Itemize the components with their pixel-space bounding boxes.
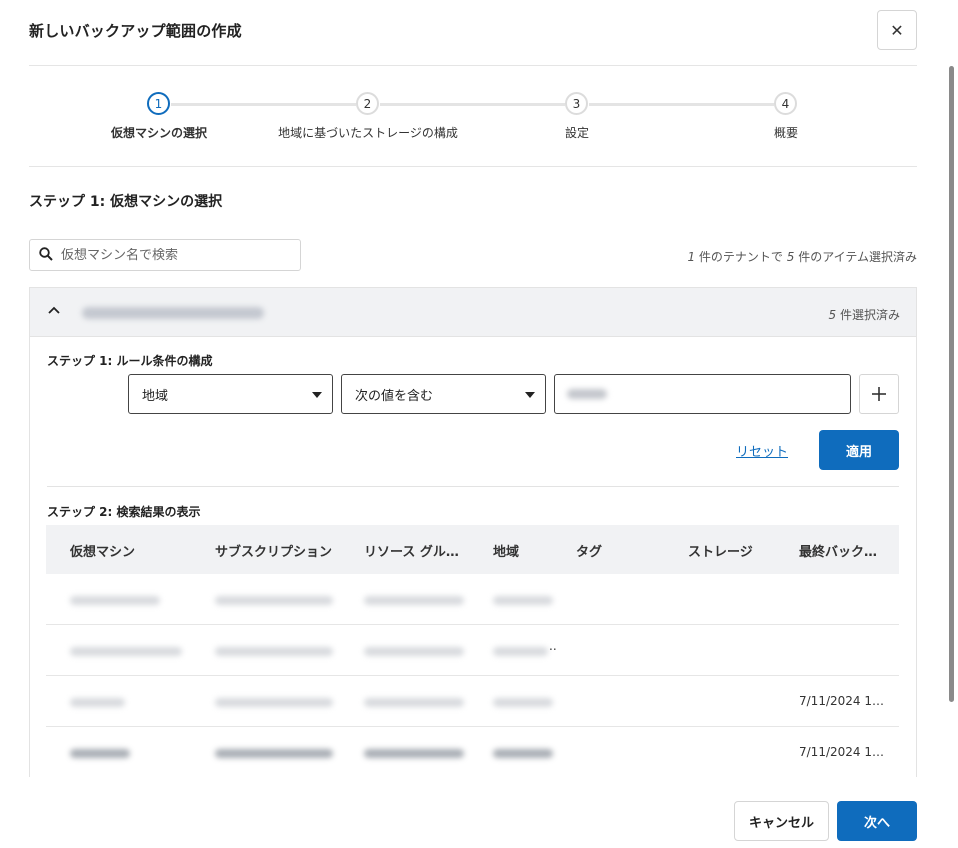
rule-operator-select[interactable]: 次の値を含む xyxy=(341,374,546,414)
tenant-name-redacted xyxy=(82,307,264,319)
close-icon: ✕ xyxy=(890,20,904,40)
redacted-cell xyxy=(493,749,553,758)
step-4-indicator: 4 xyxy=(774,92,797,115)
last-backup-cell: 7/11/2024 1… xyxy=(799,745,884,759)
redacted-cell xyxy=(215,647,333,656)
dialog-title: 新しいバックアップ範囲の作成 xyxy=(29,22,242,40)
caret-down-icon xyxy=(312,392,322,398)
reset-link[interactable]: リセット xyxy=(736,441,788,460)
step-connector xyxy=(380,103,565,106)
vm-search-input[interactable] xyxy=(61,247,281,263)
table-row[interactable]: 7/11/2024 1… xyxy=(46,727,899,777)
redacted-cell xyxy=(493,647,548,656)
table-row[interactable]: 7/11/2024 1… xyxy=(46,676,899,727)
redacted-cell xyxy=(493,698,553,707)
redacted-cell xyxy=(215,596,333,605)
header-divider xyxy=(29,65,917,66)
step-4-label: 概要 xyxy=(773,126,799,140)
search-icon xyxy=(39,246,53,265)
cancel-button[interactable]: キャンセル xyxy=(734,801,829,841)
apply-button[interactable]: 適用 xyxy=(819,430,899,470)
panel-divider xyxy=(47,486,899,487)
redacted-cell xyxy=(215,698,333,707)
redacted-cell xyxy=(70,698,125,707)
redacted-cell xyxy=(364,749,464,758)
redacted-cell xyxy=(493,596,553,605)
column-header-tags[interactable]: タグ xyxy=(576,541,602,560)
rule-value-input[interactable] xyxy=(554,374,851,414)
create-backup-scope-dialog: 新しいバックアップ範囲の作成 ✕ 1 2 3 4 仮想マシンの選択 地域に基づい… xyxy=(0,0,958,848)
results-step-title: ステップ 2: 検索結果の表示 xyxy=(47,505,201,519)
section-title: ステップ 1: 仮想マシンの選択 xyxy=(29,194,223,210)
plus-icon xyxy=(872,382,886,406)
step-1-label: 仮想マシンの選択 xyxy=(110,126,208,140)
redacted-cell xyxy=(70,749,130,758)
caret-down-icon xyxy=(525,392,535,398)
redacted-cell xyxy=(364,647,464,656)
column-header-resource-group[interactable]: リソース グル… xyxy=(364,541,459,560)
selection-summary: 1 件のテナントで 5 件のアイテム選択済み xyxy=(687,250,917,264)
step-2-label: 地域に基づいたストレージの構成 xyxy=(278,126,458,140)
table-row[interactable] xyxy=(46,574,899,625)
tenant-panel-header[interactable]: 5 件選択済み xyxy=(30,288,916,337)
column-header-vm[interactable]: 仮想マシン xyxy=(70,541,135,560)
table-header: 仮想マシン サブスクリプション リソース グル… 地域 タグ ストレージ 最終バ… xyxy=(46,525,899,574)
redacted-cell xyxy=(215,749,333,758)
rule-operator-value: 次の値を含む xyxy=(355,388,434,404)
dialog-scrollbar[interactable] xyxy=(949,66,954,702)
stepper-divider xyxy=(29,166,917,167)
add-rule-button[interactable] xyxy=(859,374,899,414)
redacted-cell xyxy=(364,698,464,707)
step-3-label: 設定 xyxy=(564,126,590,140)
close-button[interactable]: ✕ xyxy=(877,10,917,50)
tenant-panel: 5 件選択済み ステップ 1: ルール条件の構成 地域 次の値を含む リセット … xyxy=(29,287,917,777)
rule-value-redacted xyxy=(567,389,607,399)
column-header-region[interactable]: 地域 xyxy=(493,541,519,560)
rule-step-title: ステップ 1: ルール条件の構成 xyxy=(47,354,213,368)
step-connector xyxy=(589,103,774,106)
redacted-cell xyxy=(70,647,182,656)
rule-field-select[interactable]: 地域 xyxy=(128,374,333,414)
step-3-indicator: 3 xyxy=(565,92,588,115)
vm-search-box[interactable] xyxy=(29,239,301,271)
column-header-last-backup[interactable]: 最終バック… xyxy=(799,541,877,560)
redacted-cell xyxy=(364,596,464,605)
table-row[interactable]: .. xyxy=(46,625,899,676)
tenant-selected-count: 5 件選択済み xyxy=(828,308,900,322)
next-button[interactable]: 次へ xyxy=(837,801,917,841)
step-1-indicator: 1 xyxy=(147,92,170,115)
chevron-up-icon[interactable] xyxy=(48,303,60,319)
last-backup-cell: 7/11/2024 1… xyxy=(799,694,884,708)
column-header-storage[interactable]: ストレージ xyxy=(688,541,753,560)
column-header-subscription[interactable]: サブスクリプション xyxy=(215,541,332,560)
truncation-mark: .. xyxy=(549,639,557,653)
step-connector xyxy=(171,103,356,106)
redacted-cell xyxy=(70,596,160,605)
step-2-indicator: 2 xyxy=(356,92,379,115)
results-table: 仮想マシン サブスクリプション リソース グル… 地域 タグ ストレージ 最終バ… xyxy=(46,525,899,777)
rule-field-value: 地域 xyxy=(142,388,169,404)
